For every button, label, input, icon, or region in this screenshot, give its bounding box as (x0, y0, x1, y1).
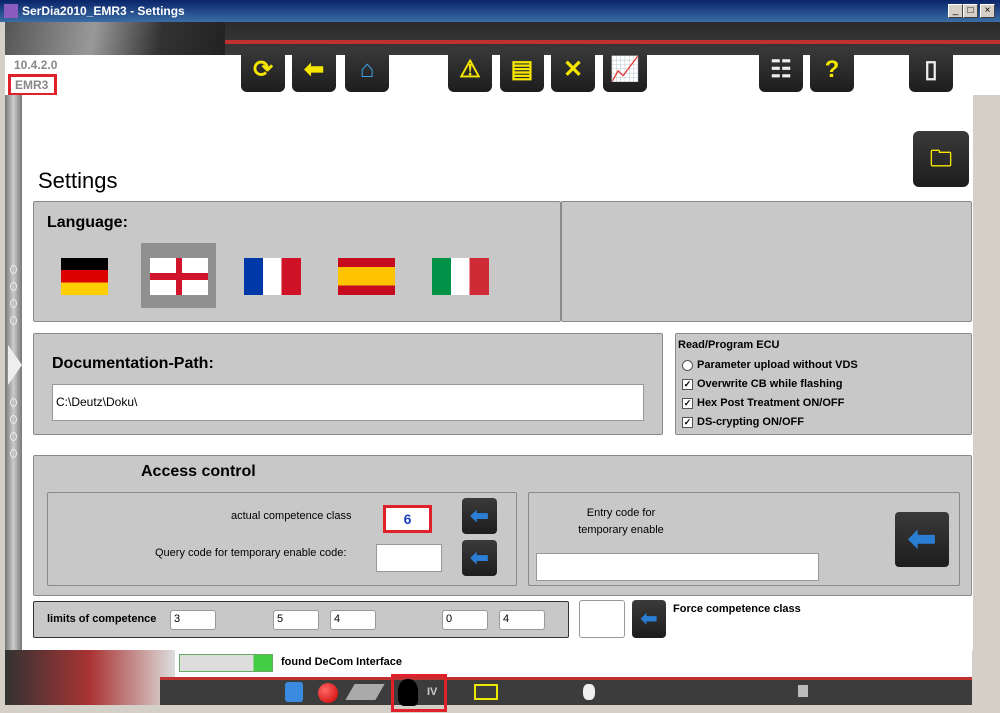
help-button[interactable]: ? (810, 47, 854, 92)
window-title: SerDia2010_EMR3 - Settings (22, 4, 185, 18)
tools-icon: ✕ (562, 56, 584, 83)
checkbox-label: Parameter upload without VDS (697, 359, 858, 371)
read-program-title: Read/Program ECU (678, 339, 780, 351)
help-icon: ? (824, 56, 840, 83)
checkbox-label: Hex Post Treatment ON/OFF (697, 397, 845, 409)
arrow-left-icon: ⬅ (470, 503, 489, 528)
limit-input[interactable]: 4 (499, 610, 545, 630)
chart-icon: 📈 (610, 56, 640, 83)
connection-progress (179, 654, 273, 672)
checkbox-ds-crypting[interactable]: ✓ DS-crypting ON/OFF (682, 416, 804, 428)
close-button[interactable]: × (980, 4, 995, 18)
checkbox-parameter-upload[interactable]: Parameter upload without VDS (682, 359, 858, 371)
handle-dot (10, 432, 17, 441)
refresh-icon: ⟳ (252, 56, 274, 83)
folder-icon: 🗀 (929, 146, 952, 171)
handle-dot (10, 316, 17, 325)
checkbox-box (682, 359, 693, 371)
flag-german[interactable] (61, 258, 108, 295)
chart-button[interactable]: 📈 (603, 47, 647, 92)
force-competence-button[interactable]: ⬅ (632, 600, 666, 638)
actual-competence-label: actual competence class (231, 510, 352, 522)
title-bar: SerDia2010_EMR3 - Settings (0, 0, 1000, 22)
warning-button[interactable]: ⚠ (448, 47, 492, 92)
documentation-label: Documentation-Path: (52, 355, 214, 372)
checkbox-overwrite-cb[interactable]: ✓ Overwrite CB while flashing (682, 378, 842, 390)
tools-button[interactable]: ✕ (551, 47, 595, 92)
warning-icon: ⚠ (459, 56, 481, 83)
load-file-button[interactable]: 🗀 (913, 131, 969, 187)
handle-dot (10, 415, 17, 424)
query-code-button[interactable]: ⬅ (462, 540, 497, 576)
handle-dot (10, 265, 17, 274)
handle-dot (10, 449, 17, 458)
exit-door-icon: ▯ (924, 56, 938, 83)
arrow-left-icon: ⬅ (470, 545, 489, 570)
document-icon: ▤ (510, 56, 534, 83)
arrow-left-icon: ⬅ (640, 608, 658, 630)
back-arrow-icon: ⬅ (303, 56, 325, 83)
status-icons-bar (160, 680, 972, 705)
force-competence-input[interactable] (579, 600, 625, 638)
expand-arrow-icon[interactable] (8, 345, 22, 385)
checkbox-hex-post[interactable]: ✓ Hex Post Treatment ON/OFF (682, 397, 844, 409)
submit-entry-code-button[interactable]: ⬅ (895, 512, 949, 567)
mode-label: IV (427, 686, 438, 698)
flag-english[interactable] (150, 258, 208, 295)
settings-sliders-icon: ☷ (770, 56, 792, 83)
limit-input[interactable]: 4 (330, 610, 376, 630)
limit-input[interactable]: 3 (170, 610, 216, 630)
flag-french[interactable] (244, 258, 301, 295)
read-competence-button[interactable]: ⬅ (462, 498, 497, 534)
flag-italian[interactable] (432, 258, 489, 295)
maximize-button[interactable]: □ (963, 4, 978, 18)
tool-icon (798, 685, 808, 697)
computer-icon (285, 682, 303, 702)
query-code-label: Query code for temporary enable code: (155, 547, 347, 559)
actual-competence-value: 6 (383, 505, 432, 533)
head-icon (398, 679, 418, 706)
refresh-button[interactable]: ⟳ (241, 47, 285, 92)
document-button[interactable]: ▤ (500, 47, 544, 92)
competence-subpanel (47, 492, 517, 586)
force-competence-label: Force competence class (673, 603, 801, 615)
handle-dot (10, 299, 17, 308)
documentation-path-input[interactable]: C:\Deutz\Doku\ (52, 384, 644, 421)
mechanic-image (5, 650, 175, 705)
arrow-left-icon: ⬅ (907, 520, 937, 558)
checkbox-box: ✓ (682, 416, 693, 428)
engine-icon (583, 684, 595, 700)
limit-input[interactable]: 0 (442, 610, 488, 630)
info-panel (561, 201, 972, 322)
home-button[interactable]: ⌂ (345, 47, 389, 92)
app-icon (4, 4, 18, 18)
entry-code-label: Entry code for temporary enable (578, 507, 664, 536)
ecu-label: EMR3 (8, 74, 57, 96)
limit-input[interactable]: 5 (273, 610, 319, 630)
version-label: 10.4.2.0 (14, 58, 58, 72)
handle-dot (10, 282, 17, 291)
connection-status-icon (318, 683, 338, 703)
entry-code-input[interactable] (536, 553, 819, 581)
query-code-input[interactable] (376, 544, 442, 572)
deutz-logo-image (5, 22, 225, 55)
minimize-button[interactable]: _ (948, 4, 963, 18)
access-control-title: Access control (141, 463, 256, 480)
accent-line (225, 40, 1000, 44)
checkbox-box: ✓ (682, 378, 693, 390)
checkbox-box: ✓ (682, 397, 693, 409)
back-button[interactable]: ⬅ (292, 47, 336, 92)
language-label: Language: (47, 214, 128, 231)
status-text: found DeCom Interface (281, 656, 403, 668)
checkbox-label: DS-crypting ON/OFF (697, 416, 804, 428)
battery-icon (474, 684, 498, 700)
handle-dot (10, 398, 17, 407)
limits-label: limits of competence (47, 613, 157, 625)
flag-spanish[interactable] (338, 258, 395, 295)
home-icon: ⌂ (359, 56, 375, 83)
checkbox-label: Overwrite CB while flashing (697, 378, 843, 390)
settings-button[interactable]: ☷ (759, 47, 803, 92)
exit-button[interactable]: ▯ (909, 47, 953, 92)
page-title: Settings (38, 168, 118, 193)
